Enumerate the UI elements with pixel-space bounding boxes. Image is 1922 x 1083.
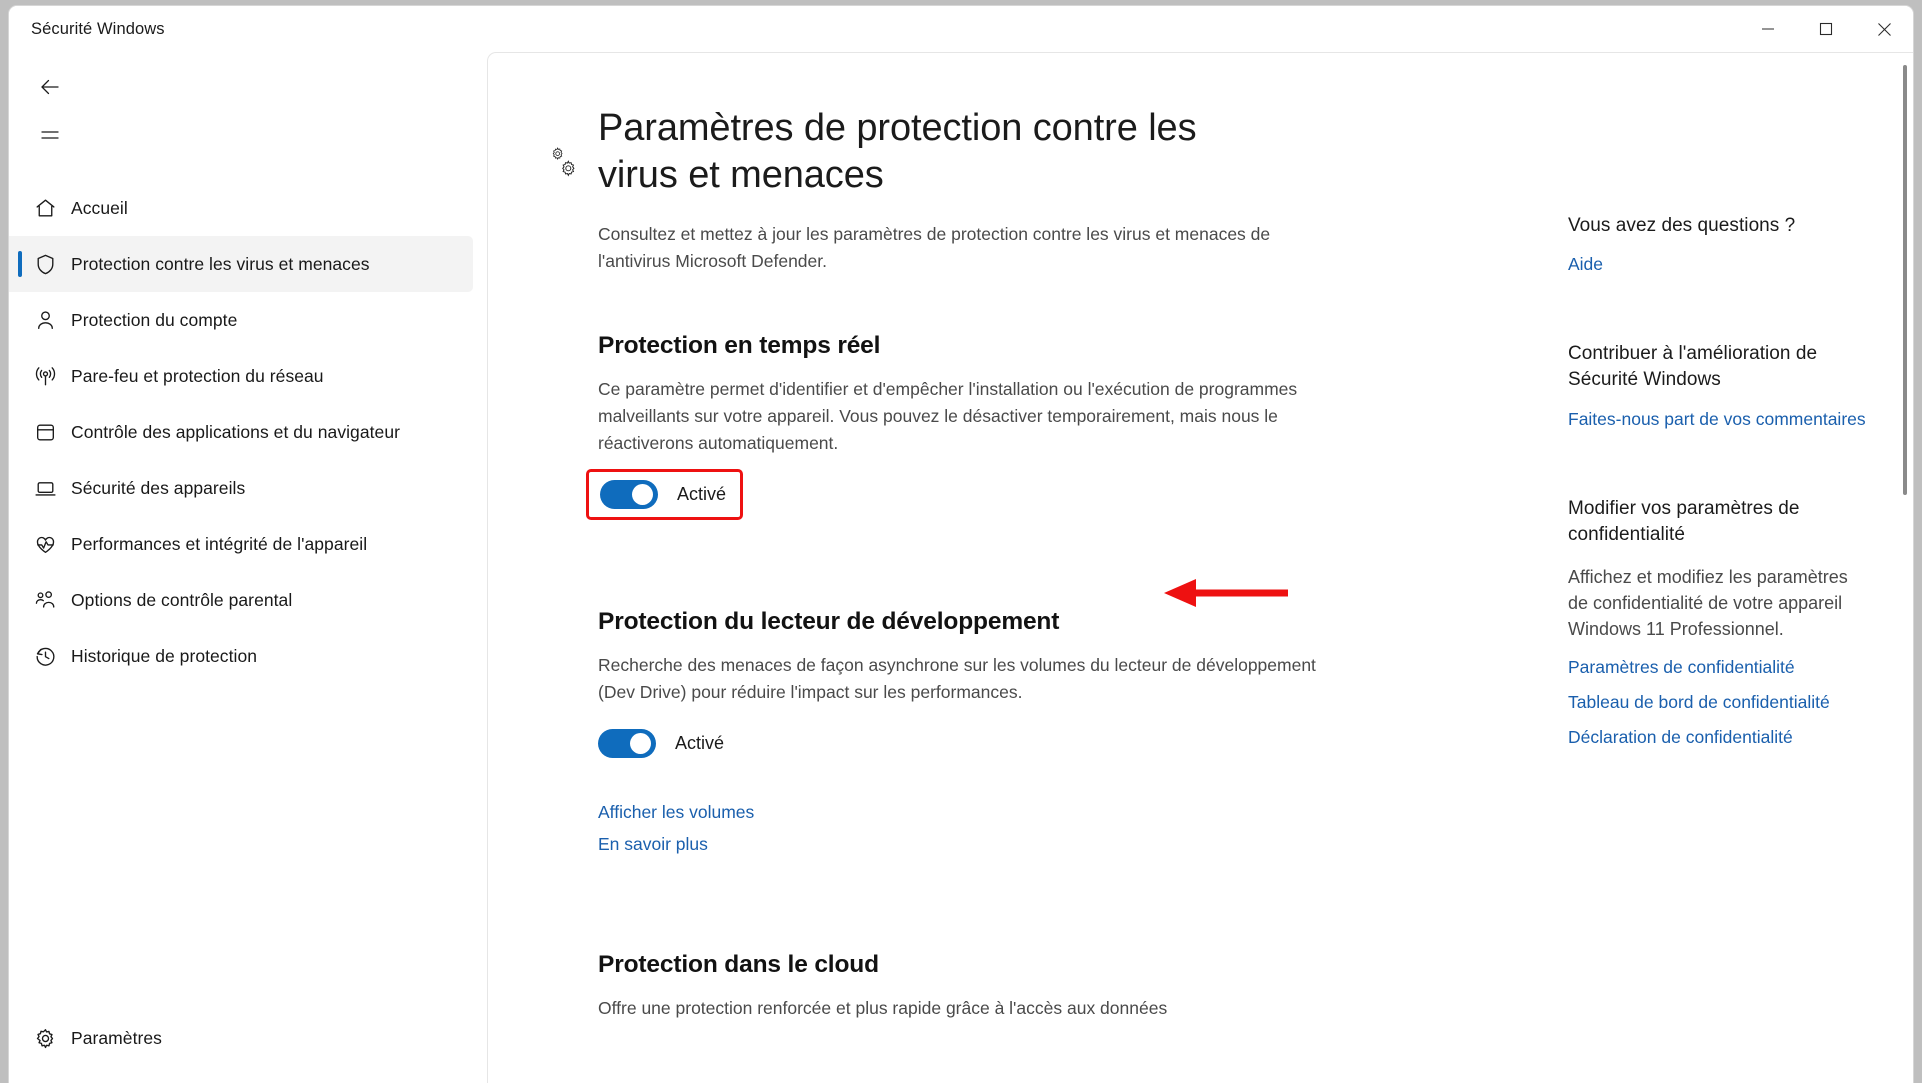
laptop-icon bbox=[19, 476, 71, 501]
toggle-state-label: Activé bbox=[677, 484, 727, 505]
sidebar-item-accueil[interactable]: Accueil bbox=[9, 180, 473, 236]
sidebar-item-firewall-network[interactable]: Pare-feu et protection du réseau bbox=[9, 348, 473, 404]
sidebar-item-virus-threat-protection[interactable]: Protection contre les virus et menaces bbox=[9, 236, 473, 292]
window-title: Sécurité Windows bbox=[31, 19, 165, 38]
learn-more-link[interactable]: En savoir plus bbox=[598, 834, 708, 855]
sidebar-item-label: Performances et intégrité de l'appareil bbox=[71, 533, 368, 554]
dev-drive-toggle-row[interactable]: Activé bbox=[598, 729, 725, 759]
sidebar-item-device-security[interactable]: Sécurité des appareils bbox=[9, 460, 473, 516]
rail-group-privacy: Modifier vos paramètres de confidentiali… bbox=[1568, 496, 1913, 749]
section-cloud-protection: Protection dans le cloud Offre une prote… bbox=[598, 951, 1498, 1022]
close-icon bbox=[1877, 22, 1891, 36]
maximize-icon bbox=[1819, 22, 1833, 36]
hamburger-menu-button[interactable] bbox=[23, 112, 77, 158]
rail-group-title: Modifier vos paramètres de confidentiali… bbox=[1568, 497, 1800, 545]
family-icon bbox=[19, 588, 71, 613]
sidebar-item-family-options[interactable]: Options de contrôle parental bbox=[9, 572, 473, 628]
section-title: Protection du lecteur de développement bbox=[598, 608, 1060, 636]
show-volumes-link[interactable]: Afficher les volumes bbox=[598, 802, 754, 823]
hamburger-icon bbox=[41, 131, 59, 139]
window-body: Accueil Protection contre les virus et m… bbox=[9, 52, 1913, 1083]
content-scroll-area: Paramètres de protection contre les viru… bbox=[488, 53, 1913, 1083]
scrollbar-thumb[interactable] bbox=[1903, 65, 1907, 495]
back-button[interactable] bbox=[23, 64, 77, 110]
sidebar-item-label: Protection contre les virus et menaces bbox=[71, 253, 370, 274]
desktop-background: Sécurité Windows Accueil Protection cont… bbox=[0, 0, 1922, 1083]
shield-icon bbox=[19, 252, 71, 277]
dev-drive-links: Afficher les volumes En savoir plus bbox=[598, 802, 1498, 855]
section-description: Recherche des menaces de façon asynchron… bbox=[598, 655, 1316, 702]
minimize-button[interactable] bbox=[1739, 6, 1797, 52]
maximize-button[interactable] bbox=[1797, 6, 1855, 52]
privacy-statement-link[interactable]: Déclaration de confidentialité bbox=[1568, 727, 1793, 748]
section-dev-drive-protection: Protection du lecteur de développement R… bbox=[598, 608, 1498, 855]
double-gear-icon bbox=[542, 143, 592, 187]
sidebar-item-label: Options de contrôle parental bbox=[71, 589, 293, 610]
rail-group-questions: Vous avez des questions ? Aide bbox=[1568, 213, 1913, 275]
privacy-settings-link[interactable]: Paramètres de confidentialité bbox=[1568, 657, 1795, 678]
realtime-protection-toggle-row[interactable]: Activé bbox=[586, 469, 744, 521]
minimize-icon bbox=[1762, 28, 1774, 30]
dev-drive-protection-toggle[interactable] bbox=[598, 729, 656, 759]
rail-group-title: Contribuer à l'amélioration de Sécurité … bbox=[1568, 343, 1818, 391]
sidebar-navigation: Accueil Protection contre les virus et m… bbox=[9, 52, 487, 1083]
section-description: Ce paramètre permet d'identifier et d'em… bbox=[598, 379, 1298, 453]
section-description: Offre une protection renforcée et plus r… bbox=[598, 998, 1168, 1019]
feedback-link[interactable]: Faites-nous part de vos commentaires bbox=[1568, 409, 1866, 430]
page-header: Paramètres de protection contre les viru… bbox=[540, 105, 1498, 199]
sidebar-item-label: Sécurité des appareils bbox=[71, 477, 246, 498]
help-link[interactable]: Aide bbox=[1568, 254, 1603, 275]
sidebar-item-label: Accueil bbox=[71, 197, 128, 218]
vertical-scrollbar[interactable] bbox=[1900, 65, 1910, 1079]
person-icon bbox=[19, 308, 71, 333]
section-title: Protection dans le cloud bbox=[598, 951, 879, 979]
section-realtime-protection: Protection en temps réel Ce paramètre pe… bbox=[586, 332, 1498, 521]
title-bar: Sécurité Windows bbox=[9, 6, 1913, 52]
sidebar-item-account-protection[interactable]: Protection du compte bbox=[9, 292, 473, 348]
sidebar-item-label: Pare-feu et protection du réseau bbox=[71, 365, 324, 386]
toggle-knob bbox=[632, 484, 653, 506]
history-clock-icon bbox=[19, 644, 71, 669]
sidebar-item-list: Accueil Protection contre les virus et m… bbox=[9, 180, 487, 684]
gear-icon bbox=[19, 1026, 71, 1051]
page-title: Paramètres de protection contre les viru… bbox=[598, 107, 1197, 197]
sidebar-item-label: Historique de protection bbox=[71, 645, 258, 666]
page-subtitle: Consultez et mettez à jour les paramètre… bbox=[598, 224, 1271, 271]
sidebar-item-app-browser-control[interactable]: Contrôle des applications et du navigate… bbox=[9, 404, 473, 460]
right-info-rail: Vous avez des questions ? Aide Contribue… bbox=[1542, 53, 1913, 1083]
sidebar-item-label: Contrôle des applications et du navigate… bbox=[71, 421, 400, 442]
content-card: Paramètres de protection contre les viru… bbox=[487, 52, 1913, 1083]
rail-group-title: Vous avez des questions ? bbox=[1568, 215, 1796, 236]
sidebar-item-protection-history[interactable]: Historique de protection bbox=[9, 628, 473, 684]
selection-indicator bbox=[18, 251, 22, 277]
wifi-icon bbox=[19, 364, 71, 389]
realtime-protection-toggle[interactable] bbox=[600, 480, 658, 510]
rail-group-improve: Contribuer à l'amélioration de Sécurité … bbox=[1568, 341, 1913, 429]
sidebar-item-device-performance-health[interactable]: Performances et intégrité de l'appareil bbox=[9, 516, 473, 572]
close-button[interactable] bbox=[1855, 6, 1913, 52]
sidebar-item-settings[interactable]: Paramètres bbox=[9, 1009, 473, 1067]
sidebar-item-label: Protection du compte bbox=[71, 309, 238, 330]
heart-pulse-icon bbox=[19, 532, 71, 557]
windows-security-window: Sécurité Windows Accueil Protection cont… bbox=[8, 5, 1914, 1083]
privacy-dashboard-link[interactable]: Tableau de bord de confidentialité bbox=[1568, 692, 1830, 713]
main-content-column: Paramètres de protection contre les viru… bbox=[488, 53, 1498, 1083]
app-window-icon bbox=[19, 420, 71, 445]
window-caption-buttons bbox=[1739, 6, 1913, 52]
arrow-left-icon bbox=[41, 79, 59, 95]
toggle-state-label: Activé bbox=[675, 733, 725, 754]
sidebar-item-label: Paramètres bbox=[71, 1027, 162, 1048]
rail-group-text: Affichez et modifiez les paramètres de c… bbox=[1568, 567, 1848, 640]
home-icon bbox=[19, 196, 71, 221]
toggle-knob bbox=[630, 733, 651, 755]
section-title: Protection en temps réel bbox=[598, 332, 881, 360]
